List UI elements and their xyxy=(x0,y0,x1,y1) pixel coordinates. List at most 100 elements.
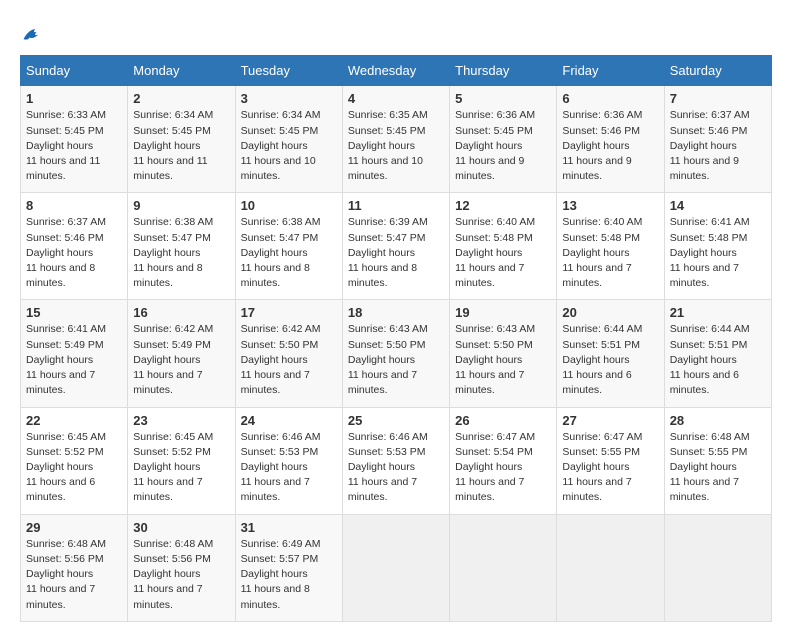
calendar-table: SundayMondayTuesdayWednesdayThursdayFrid… xyxy=(20,55,772,621)
day-number: 4 xyxy=(348,91,444,106)
calendar-week-3: 15Sunrise: 6:41 AMSunset: 5:49 PMDayligh… xyxy=(21,300,772,407)
calendar-cell: 10Sunrise: 6:38 AMSunset: 5:47 PMDayligh… xyxy=(235,193,342,300)
calendar-cell: 18 Sunrise: 6:43 AMSunset: 5:50 PMDayligh… xyxy=(342,300,449,407)
daylight-label: Daylight hours xyxy=(562,140,629,152)
cell-info: Sunrise: 6:40 AMSunset: 5:48 PMDaylight … xyxy=(455,215,551,291)
calendar-cell: 4Sunrise: 6:35 AMSunset: 5:45 PMDaylight… xyxy=(342,86,449,193)
daylight-label: Daylight hours xyxy=(133,461,200,473)
sunrise-label: Sunrise: xyxy=(26,323,67,335)
daylight-duration: 11 hours and 7 minutes. xyxy=(562,262,631,289)
sunrise-time: 6:35 AM xyxy=(389,109,428,121)
calendar-cell: 17Sunrise: 6:42 AMSunset: 5:50 PMDayligh… xyxy=(235,300,342,407)
calendar-cell: 3Sunrise: 6:34 AMSunset: 5:45 PMDaylight… xyxy=(235,86,342,193)
daylight-duration: 11 hours and 7 minutes. xyxy=(241,476,310,503)
daylight-duration: 11 hours and 9 minutes. xyxy=(670,155,739,182)
day-number: 7 xyxy=(670,91,766,106)
sunset-label: Sunset: xyxy=(455,232,494,244)
sunrise-time: 6:41 AM xyxy=(67,323,106,335)
sunset-time: 5:45 PM xyxy=(386,125,425,137)
day-number: 23 xyxy=(133,413,229,428)
sunset-label: Sunset: xyxy=(670,125,709,137)
day-number: 1 xyxy=(26,91,122,106)
sunset-time: 5:50 PM xyxy=(386,339,425,351)
day-number: 25 xyxy=(348,413,444,428)
sunset-time: 5:45 PM xyxy=(279,125,318,137)
daylight-label: Daylight hours xyxy=(133,354,200,366)
sunset-label: Sunset: xyxy=(133,553,172,565)
daylight-label: Daylight hours xyxy=(455,140,522,152)
cell-info: Sunrise: 6:46 AMSunset: 5:53 PMDaylight … xyxy=(348,430,444,506)
sunset-label: Sunset: xyxy=(241,446,280,458)
calendar-cell: 30Sunrise: 6:48 AMSunset: 5:56 PMDayligh… xyxy=(128,514,235,621)
cell-info: Sunrise: 6:36 AMSunset: 5:45 PMDaylight … xyxy=(455,108,551,184)
daylight-duration: 11 hours and 7 minutes. xyxy=(455,262,524,289)
cell-info: Sunrise: 6:43 AMSunset: 5:50 PMDaylight … xyxy=(348,322,444,398)
logo-bird-icon xyxy=(22,26,44,42)
sunset-time: 5:49 PM xyxy=(65,339,104,351)
sunset-time: 5:53 PM xyxy=(386,446,425,458)
daylight-label: Daylight hours xyxy=(133,247,200,259)
day-number: 14 xyxy=(670,198,766,213)
sunrise-time: 6:47 AM xyxy=(604,431,643,443)
calendar-cell: 19Sunrise: 6:43 AMSunset: 5:50 PMDayligh… xyxy=(450,300,557,407)
day-number: 22 xyxy=(26,413,122,428)
daylight-label: Daylight hours xyxy=(348,461,415,473)
sunrise-time: 6:42 AM xyxy=(175,323,214,335)
header-saturday: Saturday xyxy=(664,56,771,86)
calendar-cell: 16Sunrise: 6:42 AMSunset: 5:49 PMDayligh… xyxy=(128,300,235,407)
sunset-label: Sunset: xyxy=(348,125,387,137)
sunrise-label: Sunrise: xyxy=(562,431,603,443)
sunset-time: 5:55 PM xyxy=(708,446,747,458)
sunset-time: 5:53 PM xyxy=(279,446,318,458)
cell-info: Sunrise: 6:38 AMSunset: 5:47 PMDaylight … xyxy=(241,215,337,291)
cell-info: Sunrise: 6:37 AMSunset: 5:46 PMDaylight … xyxy=(670,108,766,184)
calendar-cell: 11Sunrise: 6:39 AMSunset: 5:47 PMDayligh… xyxy=(342,193,449,300)
daylight-duration: 11 hours and 7 minutes. xyxy=(133,369,202,396)
sunrise-label: Sunrise: xyxy=(241,538,282,550)
calendar-cell: 9Sunrise: 6:38 AMSunset: 5:47 PMDaylight… xyxy=(128,193,235,300)
daylight-duration: 11 hours and 11 minutes. xyxy=(133,155,207,182)
sunset-label: Sunset: xyxy=(26,446,65,458)
daylight-duration: 11 hours and 9 minutes. xyxy=(562,155,631,182)
sunrise-label: Sunrise: xyxy=(562,109,603,121)
daylight-duration: 11 hours and 9 minutes. xyxy=(455,155,524,182)
sunset-label: Sunset: xyxy=(562,446,601,458)
daylight-label: Daylight hours xyxy=(241,461,308,473)
calendar-cell: 13Sunrise: 6:40 AMSunset: 5:48 PMDayligh… xyxy=(557,193,664,300)
sunset-time: 5:45 PM xyxy=(65,125,104,137)
sunrise-label: Sunrise: xyxy=(241,323,282,335)
sunrise-label: Sunrise: xyxy=(241,431,282,443)
calendar-week-4: 22Sunrise: 6:45 AMSunset: 5:52 PMDayligh… xyxy=(21,407,772,514)
calendar-cell: 8Sunrise: 6:37 AMSunset: 5:46 PMDaylight… xyxy=(21,193,128,300)
calendar-header-row: SundayMondayTuesdayWednesdayThursdayFrid… xyxy=(21,56,772,86)
sunset-label: Sunset: xyxy=(26,553,65,565)
sunset-time: 5:52 PM xyxy=(65,446,104,458)
day-number: 3 xyxy=(241,91,337,106)
sunset-time: 5:56 PM xyxy=(172,553,211,565)
day-number: 18 xyxy=(348,305,444,320)
daylight-label: Daylight hours xyxy=(670,461,737,473)
sunset-label: Sunset: xyxy=(562,339,601,351)
sunrise-time: 6:34 AM xyxy=(175,109,214,121)
sunrise-label: Sunrise: xyxy=(562,216,603,228)
sunset-label: Sunset: xyxy=(455,446,494,458)
daylight-duration: 11 hours and 7 minutes. xyxy=(670,476,739,503)
daylight-duration: 11 hours and 7 minutes. xyxy=(133,583,202,610)
daylight-label: Daylight hours xyxy=(562,247,629,259)
cell-info: Sunrise: 6:49 AMSunset: 5:57 PMDaylight … xyxy=(241,537,337,613)
calendar-cell xyxy=(557,514,664,621)
calendar-cell: 28Sunrise: 6:48 AMSunset: 5:55 PMDayligh… xyxy=(664,407,771,514)
calendar-cell: 24Sunrise: 6:46 AMSunset: 5:53 PMDayligh… xyxy=(235,407,342,514)
sunrise-label: Sunrise: xyxy=(133,538,174,550)
cell-info: Sunrise: 6:37 AMSunset: 5:46 PMDaylight … xyxy=(26,215,122,291)
sunrise-label: Sunrise: xyxy=(26,538,67,550)
sunset-label: Sunset: xyxy=(133,232,172,244)
sunrise-time: 6:38 AM xyxy=(175,216,214,228)
daylight-duration: 11 hours and 8 minutes. xyxy=(241,262,310,289)
sunrise-time: 6:44 AM xyxy=(604,323,643,335)
sunrise-time: 6:36 AM xyxy=(497,109,536,121)
sunrise-time: 6:41 AM xyxy=(711,216,750,228)
sunrise-label: Sunrise: xyxy=(562,323,603,335)
day-number: 9 xyxy=(133,198,229,213)
sunrise-time: 6:40 AM xyxy=(604,216,643,228)
